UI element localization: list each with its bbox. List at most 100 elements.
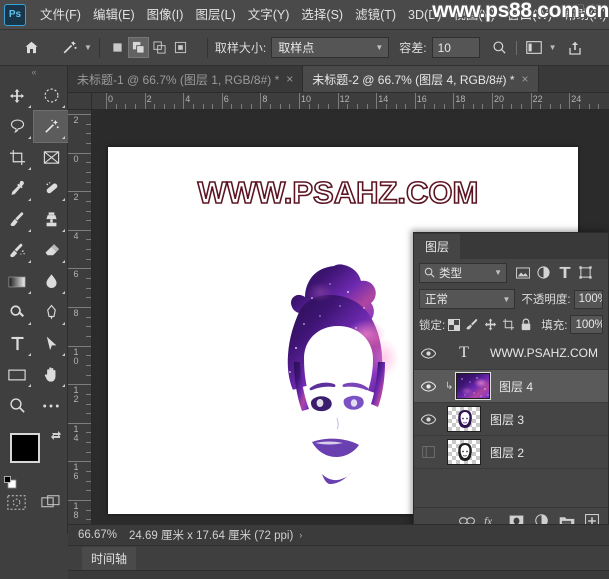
layer-name[interactable]: 图层 3 <box>490 411 524 428</box>
tool-healing-brush[interactable] <box>34 173 68 204</box>
menu-filter[interactable]: 滤镜(T) <box>349 0 402 30</box>
layer-thumbnail[interactable] <box>447 406 481 432</box>
tool-rectangle[interactable] <box>0 359 34 390</box>
tool-frame[interactable] <box>34 142 68 173</box>
selection-new-button[interactable] <box>107 37 128 58</box>
table-row[interactable]: 图层 2 <box>414 436 608 469</box>
tool-preset-picker[interactable]: ▼ <box>56 35 92 61</box>
ruler-v-label: 1 2 <box>73 385 79 405</box>
menu-type[interactable]: 文字(Y) <box>242 0 296 30</box>
tool-more-options[interactable] <box>34 390 68 421</box>
tool-dodge[interactable] <box>0 297 34 328</box>
tab-layers[interactable]: 图层 <box>414 234 461 259</box>
table-row[interactable]: 图层 3 <box>414 403 608 436</box>
layer-thumbnail[interactable] <box>447 439 481 465</box>
lock-position-icon[interactable] <box>481 315 499 334</box>
lock-row: 锁定: 填充: 100% <box>414 312 608 337</box>
status-expand-icon[interactable]: › <box>299 530 302 540</box>
tool-brush[interactable] <box>0 204 34 235</box>
close-icon[interactable]: × <box>522 72 529 86</box>
tool-eyedropper[interactable] <box>0 173 34 204</box>
menu-file[interactable]: 文件(F) <box>34 0 87 30</box>
eye-icon[interactable] <box>414 436 442 469</box>
default-colors-icon[interactable] <box>4 476 17 489</box>
quick-mask-icon[interactable] <box>7 495 26 510</box>
ruler-v-tick <box>68 268 91 270</box>
layer-name[interactable]: 图层 4 <box>499 378 533 395</box>
image-filter-icon[interactable] <box>512 263 533 283</box>
toolbar-collapse-handle[interactable]: « <box>0 66 67 78</box>
ruler-v-minor-tick <box>86 451 91 453</box>
tool-crop[interactable] <box>0 142 34 173</box>
tool-path-selection[interactable] <box>34 328 68 359</box>
tool-eraser[interactable] <box>34 235 68 266</box>
tool-zoom[interactable] <box>0 390 34 421</box>
lock-transparency-icon[interactable] <box>445 315 463 334</box>
menu-image[interactable]: 图像(I) <box>141 0 190 30</box>
layer-name[interactable]: 图层 2 <box>490 444 524 461</box>
window-controls[interactable]: ◻✕ <box>576 1 606 14</box>
menu-layer[interactable]: 图层(L) <box>189 0 241 30</box>
search-icon[interactable] <box>487 35 513 61</box>
eye-icon[interactable] <box>414 403 442 436</box>
tool-marquee[interactable] <box>34 80 68 111</box>
screen-mode-icon[interactable] <box>41 495 60 510</box>
menu-edit[interactable]: 编辑(E) <box>87 0 141 30</box>
fill-input[interactable]: 100% <box>570 315 604 334</box>
share-icon[interactable] <box>562 35 588 61</box>
selection-add-button[interactable] <box>127 37 149 58</box>
lock-image-icon[interactable] <box>463 315 481 334</box>
tool-clone-stamp[interactable] <box>34 204 68 235</box>
shape-filter-icon[interactable] <box>575 263 596 283</box>
tool-history-brush[interactable] <box>0 235 34 266</box>
table-row[interactable]: ↳ 图层 4 <box>414 370 608 403</box>
zoom-level[interactable]: 66.67% <box>78 529 117 541</box>
tab-timeline[interactable]: 时间轴 <box>82 547 137 570</box>
tool-move[interactable] <box>0 80 34 111</box>
screen-mode-row <box>0 495 67 510</box>
tool-pen[interactable] <box>34 297 68 328</box>
tool-gradient[interactable] <box>0 266 34 297</box>
blend-mode-select[interactable]: 正常 ▼ <box>419 289 516 309</box>
tool-type[interactable] <box>0 328 34 359</box>
tool-lasso[interactable] <box>0 111 34 142</box>
adjustment-filter-icon[interactable] <box>533 263 554 283</box>
selection-intersect-button[interactable] <box>170 37 191 58</box>
opacity-input[interactable]: 100% <box>573 289 603 309</box>
tools-panel: « <box>0 66 69 534</box>
ruler-h-minor-tick <box>405 104 407 109</box>
close-icon[interactable]: × <box>286 72 293 86</box>
timeline-body[interactable] <box>68 570 609 579</box>
options-bar: ▼ 取样大小: 取样点 ▼ 容差: 10 ▼ <box>0 30 609 66</box>
workspace-switcher-icon[interactable] <box>521 35 547 61</box>
menu-view[interactable]: 视图(V) <box>447 0 501 30</box>
eye-icon[interactable] <box>414 370 442 403</box>
tool-expand-corner <box>28 291 31 294</box>
selection-subtract-button[interactable] <box>149 37 170 58</box>
lock-all-icon[interactable] <box>517 315 535 334</box>
lock-artboard-icon[interactable] <box>499 315 517 334</box>
home-icon[interactable] <box>18 35 44 61</box>
eye-icon[interactable] <box>414 337 442 370</box>
divider <box>206 37 208 58</box>
ruler-h-minor-tick <box>520 104 522 109</box>
document-tab-2[interactable]: 未标题-2 @ 66.7% (图层 4, RGB/8#) * × <box>303 66 539 92</box>
foreground-color-swatch[interactable] <box>10 433 40 463</box>
document-tab-1[interactable]: 未标题-1 @ 66.7% (图层 1, RGB/8#) * × <box>68 66 304 92</box>
layer-filter-kind-select[interactable]: 类型 ▼ <box>419 262 507 283</box>
swap-colors-icon[interactable] <box>50 429 62 441</box>
layer-thumbnail[interactable] <box>455 372 491 400</box>
tool-magic-wand[interactable] <box>33 110 69 143</box>
menu-3d[interactable]: 3D(D) <box>402 0 447 30</box>
type-filter-icon[interactable] <box>554 263 575 283</box>
sample-size-select[interactable]: 取样点 ▼ <box>271 37 390 58</box>
layer-name[interactable]: WWW.PSAHZ.COM <box>490 346 598 360</box>
table-row[interactable]: T WWW.PSAHZ.COM <box>414 337 608 370</box>
menu-select[interactable]: 选择(S) <box>295 0 349 30</box>
tolerance-input[interactable]: 10 <box>431 37 480 58</box>
tool-hand[interactable] <box>34 359 68 390</box>
ruler-v-tick <box>68 422 91 424</box>
tool-blur[interactable] <box>34 266 68 297</box>
menu-window[interactable]: 窗口(W) <box>501 0 558 30</box>
chevron-down-icon[interactable]: ▼ <box>549 43 557 52</box>
